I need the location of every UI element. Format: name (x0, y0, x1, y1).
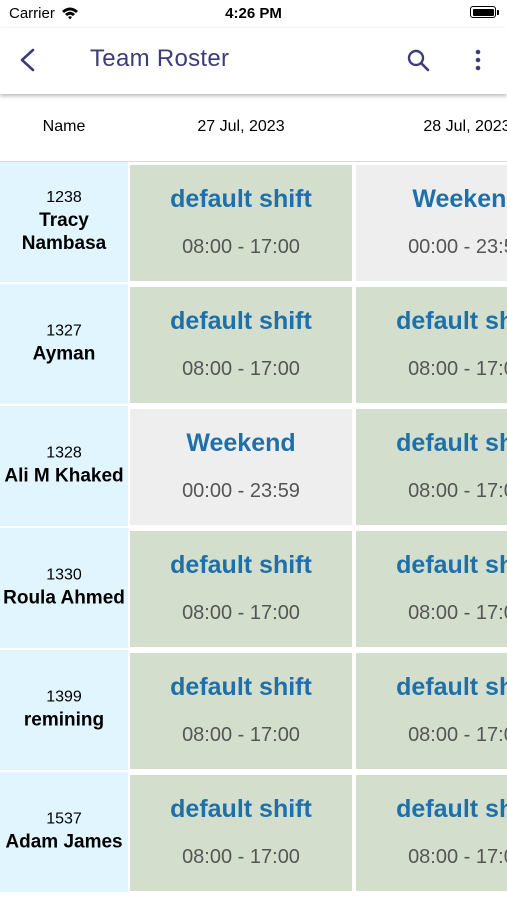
employee-id: 1328 (46, 444, 82, 462)
battery-icon (470, 6, 496, 18)
shift-name: default shift (170, 673, 312, 701)
status-bar: Carrier 4:26 PM (0, 0, 507, 28)
employee-name: Roula Ahmed (3, 587, 125, 609)
shift-name: Weekend (412, 185, 507, 213)
shift-time: 00:00 - 23:59 (182, 480, 300, 502)
employee-id: 1330 (46, 566, 82, 584)
shift-time: 08:00 - 17:00 (182, 236, 300, 258)
employee-name: Ayman (32, 343, 96, 365)
more-options-button[interactable] (460, 42, 496, 78)
employee-cell[interactable]: 1327 Ayman (0, 284, 128, 406)
search-icon (407, 49, 430, 72)
employee-name: Tracy Nambasa (21, 210, 107, 254)
shift-name: default shift (396, 307, 507, 335)
shift-time: 08:00 - 17:00 (408, 846, 507, 868)
shift-name: default shift (170, 185, 312, 213)
shift-cell[interactable]: default shift 08:00 - 17:00 (130, 531, 352, 647)
shift-cell[interactable]: default shift 08:00 - 17:00 (356, 775, 507, 891)
roster-header-row: Name 27 Jul, 2023 28 Jul, 2023 (0, 94, 507, 162)
shift-cell[interactable]: default shift 08:00 - 17:00 (356, 409, 507, 525)
shift-cell[interactable]: Weekend 00:00 - 23:59 (356, 165, 507, 281)
shift-cell[interactable]: default shift 08:00 - 17:00 (130, 165, 352, 281)
roster-grid[interactable]: 1238 Tracy Nambasa default shift 08:00 - 17… (0, 162, 507, 900)
employee-cell[interactable]: 1399 remining (0, 650, 128, 772)
roster-row: 1238 Tracy Nambasa default shift 08:00 - 17… (0, 162, 507, 284)
employee-name: Adam James (5, 831, 123, 853)
employee-cell[interactable]: 1328 Ali M Khaked (0, 406, 128, 528)
more-vertical-icon (475, 49, 481, 71)
roster-row: 1328 Ali M Khaked Weekend 00:00 - 23:59 defa… (0, 406, 507, 528)
shift-time: 08:00 - 17:00 (182, 724, 300, 746)
employee-id: 1327 (46, 322, 82, 340)
roster-row: 1327 Ayman default shift 08:00 - 17:00 defau… (0, 284, 507, 406)
shift-cell[interactable]: default shift 08:00 - 17:00 (356, 653, 507, 769)
shift-name: default shift (170, 795, 312, 823)
shift-cell[interactable]: default shift 08:00 - 17:00 (130, 287, 352, 403)
date-column-header: 28 Jul, 2023 (423, 118, 507, 135)
employee-cell[interactable]: 1537 Adam James (0, 772, 128, 894)
back-button[interactable] (10, 42, 46, 78)
employee-cell[interactable]: 1238 Tracy Nambasa (0, 162, 128, 284)
shift-name: default shift (396, 429, 507, 457)
shift-cell[interactable]: default shift 08:00 - 17:00 (356, 531, 507, 647)
date-column-header: 27 Jul, 2023 (197, 118, 285, 135)
employee-name: remining (23, 709, 105, 731)
battery-tip (497, 10, 499, 15)
shift-time: 08:00 - 17:00 (408, 480, 507, 502)
shift-name: default shift (396, 673, 507, 701)
shift-cell[interactable]: default shift 08:00 - 17:00 (130, 775, 352, 891)
shift-time: 08:00 - 17:00 (182, 358, 300, 380)
shift-time: 08:00 - 17:00 (182, 602, 300, 624)
roster-row: 1399 remining default shift 08:00 - 17:00 de… (0, 650, 507, 772)
employee-name: Ali M Khaked (4, 465, 124, 487)
shift-cell[interactable]: Weekend 00:00 - 23:59 (130, 409, 352, 525)
roster-row: 1537 Adam James default shift 08:00 - 17:00… (0, 772, 507, 894)
shift-time: 00:00 - 23:59 (408, 236, 507, 258)
shift-time: 08:00 - 17:00 (408, 602, 507, 624)
roster-row: 1330 Roula Ahmed default shift 08:00 - 17:0… (0, 528, 507, 650)
name-column-header: Name (42, 118, 86, 135)
shift-cell[interactable]: default shift 08:00 - 17:00 (356, 287, 507, 403)
shift-time: 08:00 - 17:00 (408, 358, 507, 380)
employee-id: 1537 (46, 810, 82, 828)
shift-name: default shift (396, 551, 507, 579)
chevron-left-icon (20, 48, 35, 72)
shift-name: Weekend (186, 429, 296, 457)
employee-id: 1399 (46, 688, 82, 706)
employee-id: 1238 (46, 189, 82, 206)
shift-time: 08:00 - 17:00 (408, 724, 507, 746)
app-bar: Team Roster (0, 28, 507, 94)
page-title: Team Roster (90, 45, 230, 72)
employee-cell[interactable]: 1330 Roula Ahmed (0, 528, 128, 650)
search-button[interactable] (400, 42, 436, 78)
status-time: 4:26 PM (225, 5, 282, 22)
shift-cell[interactable]: default shift 08:00 - 17:00 (130, 653, 352, 769)
shift-name: default shift (170, 307, 312, 335)
shift-time: 08:00 - 17:00 (182, 846, 300, 868)
shift-name: default shift (396, 795, 507, 823)
shift-name: default shift (170, 551, 312, 579)
